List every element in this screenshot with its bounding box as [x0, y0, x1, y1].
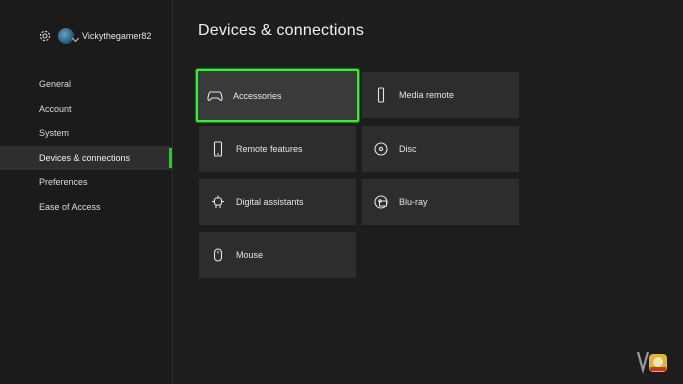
- profile-header[interactable]: Vickythegamer82: [38, 27, 151, 45]
- page-title: Devices & connections: [198, 22, 365, 39]
- bluray-icon: [373, 194, 389, 210]
- tile-label: Disc: [399, 144, 417, 154]
- sidebar-item-ease-of-access[interactable]: Ease of Access: [0, 195, 172, 220]
- sidebar: Vickythegamer82 General Account System D…: [0, 0, 173, 384]
- tile-disc[interactable]: Disc: [362, 126, 519, 172]
- gamepad-icon: [207, 88, 223, 104]
- sidebar-item-devices-connections[interactable]: Devices & connections: [0, 145, 172, 171]
- tile-label: Mouse: [236, 250, 264, 260]
- username: Vickythegamer82: [82, 31, 152, 41]
- channel-logo-watermark: [636, 348, 669, 375]
- assistant-icon: [210, 194, 226, 210]
- sidebar-item-preferences[interactable]: Preferences: [0, 170, 172, 195]
- tile-label: Remote features: [236, 144, 303, 154]
- avatar[interactable]: [58, 28, 74, 44]
- tile-label: Media remote: [399, 90, 455, 100]
- sidebar-nav: General Account System Devices & connect…: [0, 72, 172, 220]
- tile-label: Blu-ray: [399, 197, 428, 207]
- disc-icon: [373, 141, 389, 157]
- sidebar-item-account[interactable]: Account: [0, 97, 172, 122]
- phone-icon: [210, 141, 226, 157]
- tile-label: Digital assistants: [236, 197, 304, 207]
- tile-media-remote[interactable]: Media remote: [362, 72, 519, 118]
- tile-digital-assistants[interactable]: Digital assistants: [199, 179, 356, 225]
- tile-mouse[interactable]: Mouse: [199, 232, 356, 278]
- tile-remote-features[interactable]: Remote features: [199, 126, 356, 172]
- tile-label: Accessories: [233, 90, 282, 101]
- tile-accessories[interactable]: Accessories: [196, 69, 359, 122]
- media-remote-icon: [373, 87, 389, 103]
- sidebar-item-system[interactable]: System: [0, 121, 172, 146]
- gear-icon[interactable]: [38, 29, 52, 43]
- sidebar-item-general[interactable]: General: [0, 72, 172, 97]
- tile-blu-ray[interactable]: Blu-ray: [362, 179, 519, 225]
- mouse-icon: [210, 247, 226, 263]
